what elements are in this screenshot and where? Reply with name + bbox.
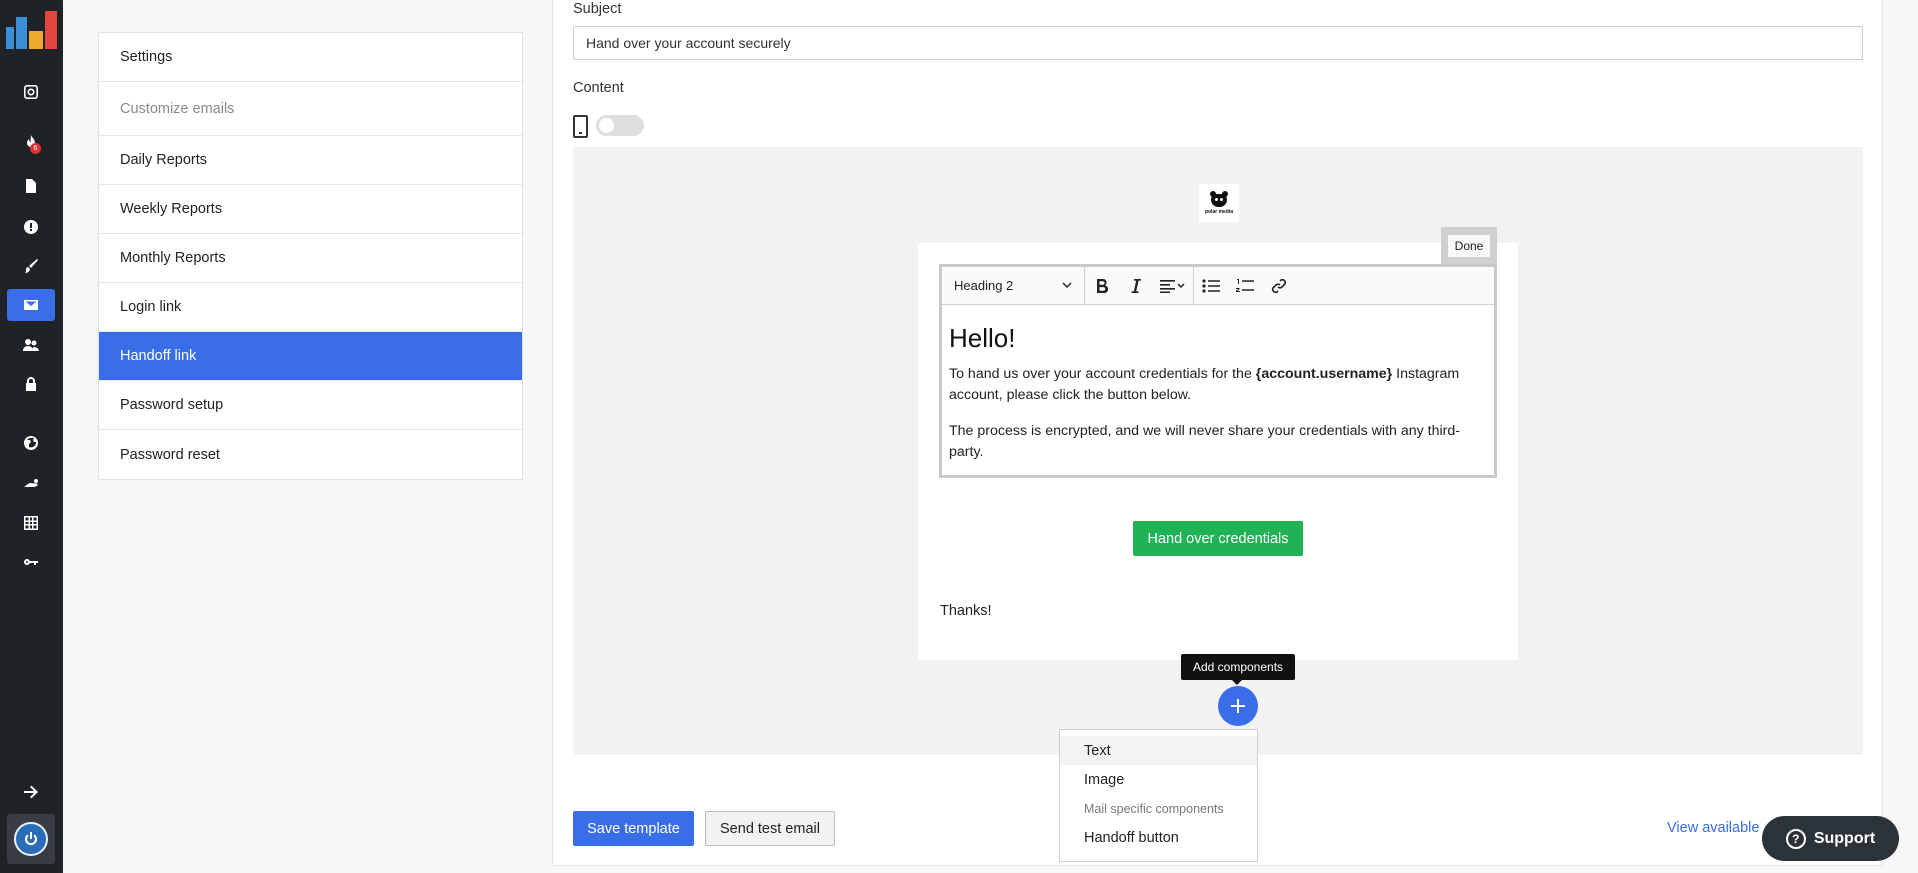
notification-badge: 6 <box>30 143 41 154</box>
brush-icon[interactable] <box>7 250 55 282</box>
users-icon[interactable] <box>7 329 55 361</box>
username-placeholder: {account.username} <box>1255 366 1393 382</box>
italic-icon[interactable] <box>1119 267 1153 305</box>
menu-item-password-setup[interactable]: Password setup <box>99 381 522 430</box>
done-button-label: Done <box>1447 235 1491 257</box>
menu-section-customize-emails: Customize emails <box>99 82 522 136</box>
done-button[interactable]: Done <box>1441 227 1497 265</box>
link-icon[interactable] <box>1262 267 1296 305</box>
rich-text-editor[interactable]: Heading 2 Hello! To hand us over your ac… <box>939 264 1497 478</box>
globe-icon[interactable] <box>7 427 55 459</box>
icon-rail: 6 <box>0 0 63 873</box>
send-test-email-button[interactable]: Send test email <box>705 811 835 846</box>
menu-item-login-link[interactable]: Login link <box>99 283 522 332</box>
numbered-list-icon[interactable] <box>1228 267 1262 305</box>
menu-item-weekly-reports[interactable]: Weekly Reports <box>99 185 522 234</box>
add-components-tooltip: Add components <box>1181 654 1295 685</box>
key-icon[interactable] <box>7 546 55 578</box>
view-available-link[interactable]: View available <box>1667 820 1759 836</box>
components-dropdown: Text Image Mail specific components Hand… <box>1059 729 1258 862</box>
bear-icon <box>1208 191 1230 208</box>
align-icon[interactable] <box>1153 267 1193 305</box>
mail-icon[interactable] <box>7 289 55 321</box>
email-paragraph-1: To hand us over your account credentials… <box>949 366 1460 403</box>
email-heading: Hello! <box>949 323 1016 353</box>
heading-select[interactable]: Heading 2 <box>942 266 1085 305</box>
lock-icon[interactable] <box>7 368 55 400</box>
menu-item-daily-reports[interactable]: Daily Reports <box>99 136 522 185</box>
support-button[interactable]: ? Support <box>1762 816 1899 861</box>
component-group-label: Mail specific components <box>1084 801 1224 816</box>
help-icon: ? <box>1785 828 1806 849</box>
alert-icon[interactable] <box>7 211 55 243</box>
menu-item-monthly-reports[interactable]: Monthly Reports <box>99 234 522 283</box>
component-option-handoff-button[interactable]: Handoff button <box>1060 823 1257 852</box>
editor-toolbar: Heading 2 <box>942 266 1494 305</box>
support-label: Support <box>1813 829 1876 847</box>
app-logo[interactable] <box>6 11 57 49</box>
brand-logo[interactable]: polar media <box>1199 184 1239 222</box>
editor-content[interactable]: Hello! To hand us over your account cred… <box>942 305 1494 463</box>
mobile-preview-icon[interactable] <box>573 115 588 138</box>
fire-icon[interactable]: 6 <box>7 126 55 158</box>
subject-input[interactable]: Hand over your account securely <box>573 26 1863 60</box>
account-button[interactable] <box>7 814 55 864</box>
menu-item-settings[interactable]: Settings <box>99 33 522 82</box>
chevron-down-icon <box>1062 282 1072 289</box>
save-template-button[interactable]: Save template <box>573 811 694 846</box>
settings-menu: Settings Customize emails Daily Reports … <box>98 32 523 480</box>
arrow-right-icon[interactable] <box>7 776 55 808</box>
bulleted-list-icon[interactable] <box>1194 267 1228 305</box>
email-paragraph-2: The process is encrypted, and we will ne… <box>949 423 1460 460</box>
content-label: Content <box>573 80 624 96</box>
add-component-button[interactable] <box>1218 686 1258 726</box>
brand-text: polar media <box>1204 209 1234 215</box>
component-option-image[interactable]: Image <box>1060 765 1257 794</box>
heading-select-value: Heading 2 <box>954 278 1014 293</box>
grid-icon[interactable] <box>7 507 55 539</box>
email-signoff: Thanks! <box>940 603 992 619</box>
menu-item-handoff-link[interactable]: Handoff link <box>99 332 522 381</box>
document-icon[interactable] <box>7 170 55 202</box>
power-icon <box>14 822 48 856</box>
instagram-icon[interactable] <box>7 76 55 108</box>
subject-label: Subject <box>573 1 622 17</box>
plus-icon <box>1231 699 1245 713</box>
speed-icon[interactable] <box>7 467 55 499</box>
menu-item-password-reset[interactable]: Password reset <box>99 430 522 479</box>
mobile-preview-toggle[interactable] <box>596 115 644 136</box>
component-option-text[interactable]: Text <box>1060 736 1257 765</box>
bold-icon[interactable] <box>1085 267 1119 305</box>
handover-credentials-button[interactable]: Hand over credentials <box>1133 521 1303 556</box>
